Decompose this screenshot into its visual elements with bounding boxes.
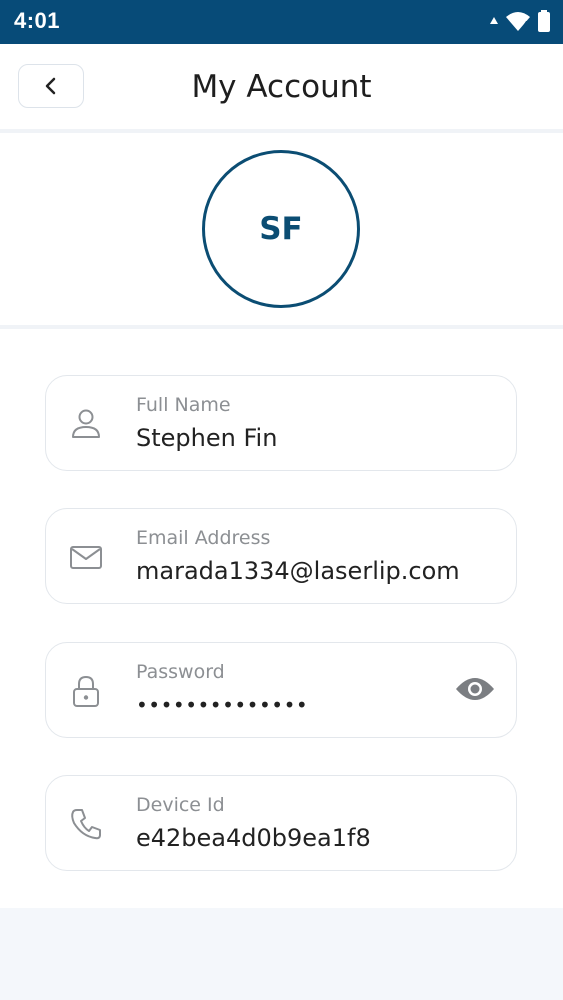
full-name-label: Full Name [136,394,231,416]
status-icons: 4 [489,9,551,33]
email-field[interactable]: Email Address marada1334@laserlip.com [45,508,517,604]
profile-section: SF [0,133,563,329]
wifi-icon: 4 [505,10,531,32]
status-time: 4:01 [14,8,61,33]
lock-icon [73,675,99,707]
eye-icon[interactable] [454,673,496,705]
account-form: Full Name Stephen Fin Email Address mara… [0,329,563,908]
device-id-label: Device Id [136,794,225,816]
full-name-field[interactable]: Full Name Stephen Fin [45,375,517,471]
password-field[interactable]: Password •••••••••••••• [45,642,517,738]
password-value[interactable]: •••••••••••••• [136,693,308,717]
full-name-value[interactable]: Stephen Fin [136,424,277,452]
device-id-value[interactable]: e42bea4d0b9ea1f8 [136,824,371,852]
page-title: My Account [191,69,372,105]
data-arrow-icon [490,17,498,24]
email-value[interactable]: marada1334@laserlip.com [136,557,460,585]
network-type-label: 4 [522,19,530,32]
mail-icon [70,546,102,569]
device-id-field[interactable]: Device Id e42bea4d0b9ea1f8 [45,775,517,871]
email-label: Email Address [136,527,271,549]
avatar[interactable]: SF [202,150,360,308]
user-icon [72,409,100,438]
battery-icon [538,10,550,32]
password-label: Password [136,661,225,683]
app-header: My Account [0,44,563,133]
phone-icon [71,809,101,840]
status-bar: 4:01 4 [0,0,563,44]
